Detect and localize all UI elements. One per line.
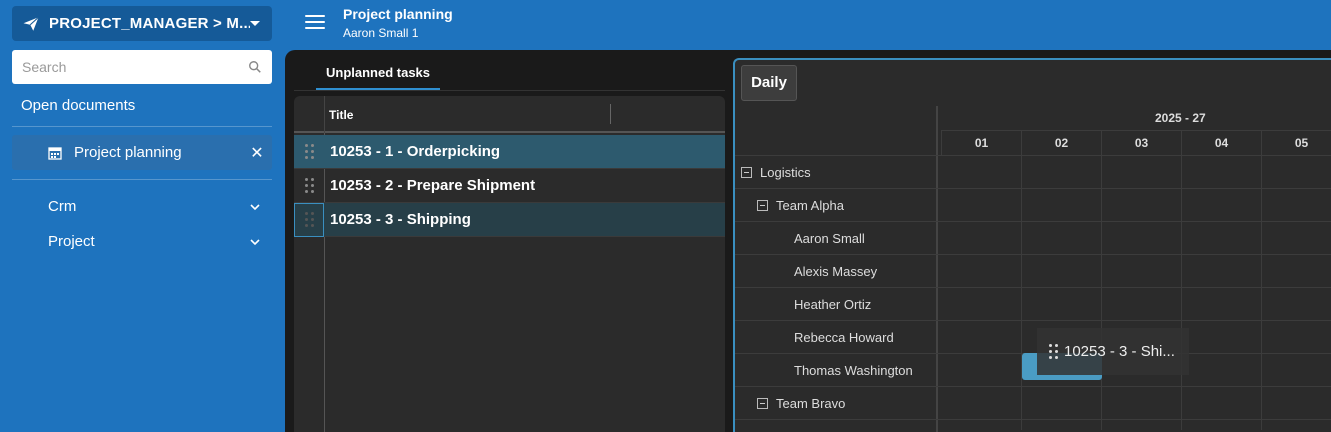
close-icon[interactable]: ✕: [242, 143, 272, 163]
tab-unplanned-tasks[interactable]: Unplanned tasks: [316, 58, 440, 90]
nav-item-label: Project: [48, 233, 95, 250]
resource-row[interactable]: Heather Ortiz: [735, 288, 932, 321]
table-row[interactable]: 10253 - 1 - Orderpicking: [294, 135, 725, 169]
hamburger-menu-icon[interactable]: [305, 15, 325, 31]
caret-down-icon: [250, 21, 260, 26]
tab-divider: [294, 90, 725, 91]
open-doc-project-planning[interactable]: Project planning ✕: [12, 135, 272, 170]
resource-name: Logistics: [760, 165, 811, 180]
resource-row[interactable]: Thomas Washington: [735, 354, 932, 387]
collapse-icon[interactable]: [757, 398, 768, 409]
page-subtitle: Aaron Small 1: [343, 26, 419, 40]
app-switcher[interactable]: PROJECT_MANAGER > M...: [12, 6, 272, 41]
search-input[interactable]: [22, 59, 248, 75]
resource-name: Thomas Washington: [794, 363, 913, 378]
resource-row[interactable]: Team Bravo: [735, 387, 932, 420]
grid-line: [1101, 130, 1102, 430]
day-header: 04: [1181, 130, 1261, 155]
resource-name: Aaron Small: [794, 231, 865, 246]
unplanned-tasks-grid: Title 10253 - 1 - Orderpicking 10253 - 2…: [294, 96, 725, 432]
open-doc-label: Project planning: [74, 144, 182, 161]
week-label: 2025 - 27: [1155, 111, 1206, 125]
resource-name: Team Bravo: [776, 396, 846, 411]
collapse-icon[interactable]: [741, 167, 752, 178]
open-documents-heading: Open documents: [21, 97, 136, 114]
divider: [12, 179, 272, 180]
task-title: 10253 - 3 - Shipping: [330, 211, 471, 228]
grid-line: [1021, 130, 1022, 430]
drag-handle-icon: [1049, 344, 1058, 359]
daily-view-button[interactable]: Daily: [741, 65, 797, 101]
day-header: 03: [1101, 130, 1181, 155]
day-header: 02: [1021, 130, 1101, 155]
drag-tooltip: 10253 - 3 - Shi...: [1037, 328, 1189, 375]
drag-tooltip-text: 10253 - 3 - Shi...: [1064, 343, 1175, 360]
calendar-icon: [48, 146, 62, 160]
resource-row[interactable]: Rebecca Howard: [735, 321, 932, 354]
grid-line: [1261, 130, 1262, 430]
paper-plane-icon: [23, 16, 39, 31]
nav-item-label: Crm: [48, 198, 77, 215]
column-header-title[interactable]: Title: [329, 108, 353, 122]
column-separator: [324, 96, 325, 133]
table-row[interactable]: 10253 - 3 - Shipping: [294, 202, 725, 237]
resource-name: Rebecca Howard: [794, 330, 894, 345]
resource-row[interactable]: Team Alpha: [735, 189, 932, 222]
resource-name: Heather Ortiz: [794, 297, 872, 312]
search-box: [12, 50, 272, 84]
scheduler: Daily 2025 - 27 01 02 03 04 05 Logistics…: [733, 58, 1331, 432]
resource-row[interactable]: Alexis Massey: [735, 255, 932, 288]
task-title: 10253 - 2 - Prepare Shipment: [330, 177, 536, 194]
grid-line: [1181, 130, 1182, 430]
chevron-down-icon: [250, 238, 260, 245]
drag-handle-icon[interactable]: [294, 135, 324, 169]
task-title: 10253 - 1 - Orderpicking: [330, 143, 501, 160]
app-switcher-label: PROJECT_MANAGER > M...: [49, 15, 250, 32]
resource-name: Team Alpha: [776, 198, 844, 213]
resource-row[interactable]: Logistics: [735, 156, 932, 189]
table-row[interactable]: 10253 - 2 - Prepare Shipment: [294, 169, 725, 203]
drag-handle-icon[interactable]: [294, 169, 324, 203]
drag-handle-icon[interactable]: [294, 202, 324, 237]
resource-row[interactable]: Aaron Small: [735, 222, 932, 255]
search-icon[interactable]: [248, 60, 262, 74]
column-resize-handle[interactable]: [610, 104, 611, 124]
resource-name: Alexis Massey: [794, 264, 878, 279]
chevron-down-icon: [250, 203, 260, 210]
divider: [12, 126, 272, 127]
nav-item-crm[interactable]: Crm: [48, 198, 272, 215]
collapse-icon[interactable]: [757, 200, 768, 211]
nav-item-project[interactable]: Project: [48, 233, 272, 250]
day-header: 05: [1261, 130, 1331, 155]
page-title: Project planning: [343, 6, 453, 22]
sidebar: PROJECT_MANAGER > M... Open documents Pr…: [0, 0, 285, 432]
grid-header: Title: [294, 96, 725, 133]
day-header: 01: [941, 130, 1021, 155]
